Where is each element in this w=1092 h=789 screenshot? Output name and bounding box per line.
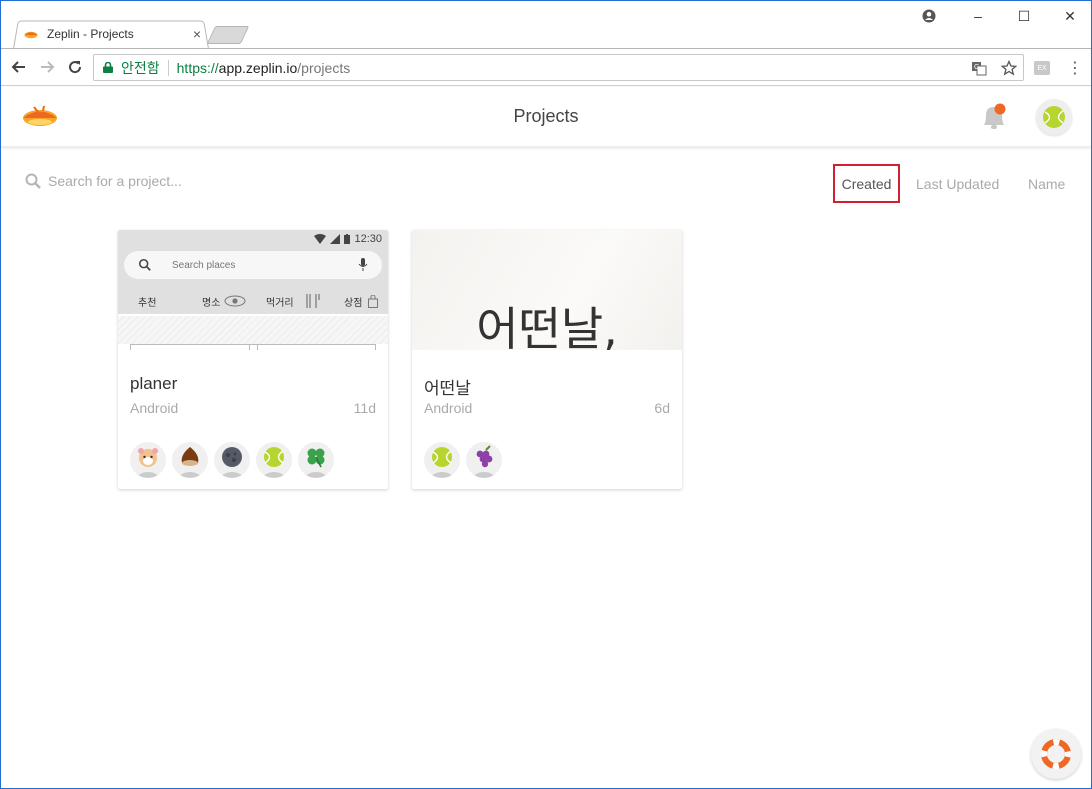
member-avatar[interactable]	[130, 442, 166, 478]
chrome-menu-icon[interactable]: ⋮	[1067, 58, 1083, 78]
android-category: 상점	[344, 297, 363, 309]
android-placeholder-area	[118, 316, 388, 344]
microphone-icon	[358, 258, 368, 271]
account-icon[interactable]	[921, 5, 937, 27]
clover-icon	[307, 448, 325, 468]
member-avatar[interactable]	[256, 442, 292, 478]
chestnut-icon	[181, 447, 199, 466]
thumbnail-text: 어떤날,	[476, 302, 618, 350]
project-name: planer	[130, 374, 178, 393]
android-category-bar: 추천 명소 먹거리 상점	[118, 290, 388, 312]
project-platform: Android	[424, 400, 473, 416]
moon-icon	[222, 447, 242, 467]
android-search-bar: Search places	[124, 251, 382, 279]
tab-strip: Zeplin - Projects × – ☐ ✕	[1, 1, 1091, 49]
forward-arrow-icon[interactable]	[37, 57, 57, 77]
browser-window: Zeplin - Projects × – ☐ ✕ 안전함 https:// a…	[0, 0, 1092, 789]
android-category: 먹거리	[266, 297, 294, 309]
maximize-button[interactable]: ☐	[1009, 5, 1039, 27]
page-title: Projects	[513, 106, 579, 126]
status-time: 12:30	[354, 233, 382, 245]
secure-label: 안전함	[121, 59, 160, 76]
sort-last-updated[interactable]: Last Updated	[916, 164, 999, 203]
tab-close-icon[interactable]: ×	[189, 26, 205, 42]
project-age: 11d	[353, 400, 376, 416]
fork-knife-icon	[306, 294, 320, 308]
member-avatar[interactable]	[424, 442, 460, 478]
new-tab-button[interactable]	[206, 26, 250, 44]
minimize-button[interactable]: –	[963, 5, 993, 27]
tab-content[interactable]: Zeplin - Projects ×	[23, 19, 205, 49]
search-input[interactable]	[48, 173, 248, 189]
android-app-bar: Search places 추천 명소 먹거리 상점	[118, 248, 388, 314]
project-thumbnail: 어떤날,	[412, 230, 682, 350]
url-host: app.zeplin.io	[218, 59, 298, 76]
search-icon	[25, 173, 41, 189]
bookmark-star-icon[interactable]	[1001, 59, 1017, 76]
android-category: 추천	[138, 297, 157, 309]
hamster-icon	[138, 448, 158, 467]
sort-name[interactable]: Name	[1028, 164, 1065, 203]
project-members	[424, 442, 502, 478]
omnibox-divider	[167, 59, 169, 76]
android-search-placeholder: Search places	[172, 259, 236, 271]
reload-icon[interactable]	[65, 57, 85, 77]
tennis-ball-icon	[264, 447, 284, 467]
app-header: Projects	[1, 87, 1091, 147]
search-icon	[138, 258, 151, 271]
address-bar[interactable]: 안전함 https:// app.zeplin.io /projects G	[93, 54, 1024, 81]
project-name: 어떤날	[424, 379, 471, 398]
project-search	[25, 173, 248, 189]
project-thumbnail: 12:30 Search places 추천 명소 먹거리 상점	[118, 230, 388, 350]
eye-icon	[224, 295, 246, 307]
member-avatar[interactable]	[214, 442, 250, 478]
member-avatar[interactable]	[466, 442, 502, 478]
close-window-button[interactable]: ✕	[1055, 5, 1085, 27]
project-members	[130, 442, 334, 478]
svg-text:G: G	[974, 64, 979, 71]
android-status-bar: 12:30	[118, 230, 388, 248]
url-path: /projects	[297, 59, 351, 76]
url-scheme: https://	[176, 59, 219, 76]
tennis-ball-icon	[432, 447, 452, 467]
member-avatar[interactable]	[298, 442, 334, 478]
notification-bell-icon[interactable]	[979, 101, 1009, 133]
wifi-icon	[314, 234, 327, 244]
grapes-icon	[476, 445, 493, 468]
project-platform: Android	[130, 400, 179, 416]
member-avatar[interactable]	[172, 442, 208, 478]
signal-icon	[330, 234, 341, 244]
shopping-bag-icon	[368, 294, 378, 308]
back-arrow-icon[interactable]	[9, 57, 29, 77]
android-category: 명소	[202, 297, 221, 309]
project-card[interactable]: 어떤날, 어떤날 Android 6d	[412, 230, 682, 489]
project-age: 6d	[654, 400, 670, 416]
user-avatar[interactable]	[1036, 99, 1072, 135]
zeplin-favicon-icon	[24, 31, 38, 39]
omnibox-actions: G	[971, 59, 1017, 76]
sort-created[interactable]: Created	[833, 164, 900, 203]
project-card[interactable]: 12:30 Search places 추천 명소 먹거리 상점 planer …	[118, 230, 388, 489]
android-divider	[130, 344, 376, 350]
help-button[interactable]	[1031, 729, 1081, 779]
tennis-ball-icon	[1043, 106, 1065, 128]
lock-icon	[103, 62, 113, 73]
battery-icon	[344, 234, 351, 244]
browser-toolbar: 안전함 https:// app.zeplin.io /projects G E…	[1, 48, 1091, 86]
lifebuoy-icon	[1041, 739, 1071, 769]
tab-title: Zeplin - Projects	[47, 27, 134, 41]
extension-icon[interactable]: EX	[1034, 61, 1050, 75]
translate-icon[interactable]: G	[971, 60, 987, 76]
